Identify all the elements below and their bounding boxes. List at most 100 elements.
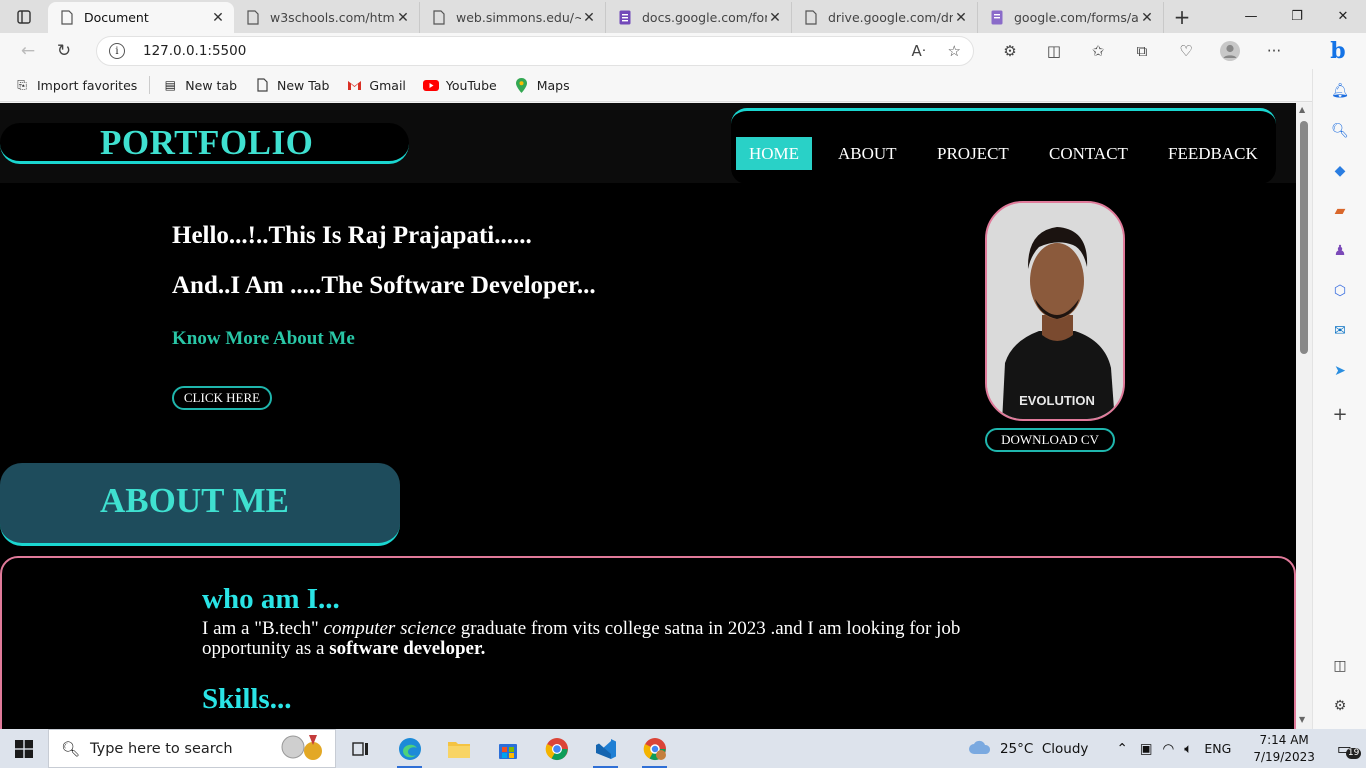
- network-wifi-icon[interactable]: ◠: [1163, 741, 1175, 757]
- search-icon[interactable]: 🔍︎: [1330, 121, 1350, 141]
- url-field[interactable]: i 127.0.0.1:5500 A͏ᐧ ☆: [96, 36, 974, 66]
- weather-text[interactable]: 25°C Cloudy: [1000, 741, 1089, 757]
- tools-briefcase-icon[interactable]: ▰: [1330, 201, 1350, 221]
- page-scrollbar[interactable]: ▲ ▼: [1296, 103, 1312, 729]
- favorite-star-icon[interactable]: ☆: [948, 42, 961, 60]
- tab-google-forms-about[interactable]: google.com/forms/abo ✕: [978, 2, 1164, 33]
- download-cv-button[interactable]: DOWNLOAD CV: [985, 428, 1115, 452]
- main-nav: HOME ABOUT PROJECT CONTACT FEEDBACK: [731, 108, 1276, 184]
- tab-title: w3schools.com/html/h: [270, 10, 395, 25]
- restore-icon[interactable]: ❐: [1274, 0, 1320, 33]
- tab-actions-icon[interactable]: [0, 0, 48, 33]
- bookmark-gmail[interactable]: Gmail: [346, 77, 406, 93]
- notification-center-icon[interactable]: ▭ 19: [1337, 739, 1362, 759]
- sidebar-toggle-icon[interactable]: ◫: [1330, 656, 1350, 676]
- back-arrow-icon[interactable]: ←: [10, 36, 46, 66]
- nav-feedback[interactable]: FEEDBACK: [1155, 137, 1271, 170]
- know-more-heading: Know More About Me: [172, 328, 355, 349]
- add-sidebar-app-icon[interactable]: +: [1330, 404, 1350, 425]
- split-screen-icon[interactable]: ◫: [1032, 36, 1076, 66]
- games-icon[interactable]: ♟: [1330, 241, 1350, 261]
- volume-icon[interactable]: 🔈︎: [1184, 741, 1192, 757]
- browser-toolbar: ⚙ ◫ ✩ ⧉ ♡ ···: [988, 36, 1296, 66]
- file-explorer-icon[interactable]: [434, 729, 483, 768]
- favorites-bar: ⎘ Import favorites ▤ New tab New Tab Gma…: [0, 69, 1312, 102]
- bookmark-new-tab-2[interactable]: New Tab: [254, 78, 329, 93]
- close-tab-icon[interactable]: ✕: [1139, 10, 1155, 26]
- tab-simmons[interactable]: web.simmons.edu/~gr ✕: [420, 2, 606, 33]
- system-tray: 25°C Cloudy ⌃ ▣ ◠ 🔈︎ ENG 7:14 AM 7/19/20…: [968, 729, 1366, 768]
- scroll-up-icon[interactable]: ▲: [1299, 105, 1305, 114]
- site-logo: PORTFOLIO: [100, 123, 314, 162]
- show-hidden-icons-chevron-icon[interactable]: ⌃: [1116, 741, 1127, 757]
- who-am-i-title: who am I...: [202, 583, 340, 615]
- bing-copilot-icon[interactable]: b: [1322, 36, 1354, 66]
- bookmark-youtube[interactable]: YouTube: [422, 78, 497, 93]
- language-indicator[interactable]: ENG: [1204, 741, 1231, 756]
- tab-w3schools[interactable]: w3schools.com/html/h ✕: [234, 2, 420, 33]
- favorites-icon[interactable]: ✩: [1076, 36, 1120, 66]
- url-text: 127.0.0.1:5500: [143, 43, 247, 59]
- shopping-tag-icon[interactable]: ◆: [1330, 161, 1350, 181]
- microsoft365-icon[interactable]: ⬡: [1330, 281, 1350, 301]
- forms-icon: [990, 10, 1004, 26]
- taskbar-search-box[interactable]: 🔍︎ Type here to search: [48, 729, 336, 768]
- about-text-strong: software developer.: [329, 638, 486, 659]
- tab-document[interactable]: Document ✕: [48, 2, 234, 33]
- refresh-icon[interactable]: ↻: [46, 36, 82, 66]
- bookmark-import-favorites[interactable]: ⎘ Import favorites: [14, 78, 137, 93]
- minimize-icon[interactable]: —: [1228, 0, 1274, 33]
- performance-icon[interactable]: ♡: [1164, 36, 1208, 66]
- bookmark-label: Maps: [536, 77, 570, 93]
- microsoft-store-icon[interactable]: [483, 729, 532, 768]
- close-tab-icon[interactable]: ✕: [767, 10, 783, 26]
- clock[interactable]: 7:14 AM 7/19/2023: [1253, 732, 1315, 766]
- close-tab-icon[interactable]: ✕: [210, 10, 226, 26]
- drop-send-icon[interactable]: ➤: [1330, 361, 1350, 381]
- vscode-icon[interactable]: [581, 729, 630, 768]
- close-tab-icon[interactable]: ✕: [953, 10, 969, 26]
- bookmark-label: New tab: [185, 77, 238, 93]
- about-text-emphasis: computer science: [323, 618, 456, 639]
- page-icon: [246, 10, 260, 26]
- nav-home[interactable]: HOME: [736, 137, 813, 170]
- nav-about[interactable]: ABOUT: [825, 137, 910, 170]
- edge-sidebar: 🔔︎ 🔍︎ ◆ ▰ ♟ ⬡ ✉ ➤ + ◫ ⚙: [1312, 69, 1366, 729]
- scrollbar-thumb[interactable]: [1300, 121, 1308, 354]
- extensions-icon[interactable]: ⚙: [988, 36, 1032, 66]
- bookmark-divider: [149, 76, 151, 94]
- edge-taskbar-icon[interactable]: [385, 729, 434, 768]
- close-window-icon[interactable]: ✕: [1320, 0, 1366, 33]
- sidebar-settings-gear-icon[interactable]: ⚙: [1330, 696, 1350, 716]
- clock-date: 7/19/2023: [1253, 749, 1315, 764]
- chrome-profile-icon[interactable]: [630, 729, 679, 768]
- bookmark-maps[interactable]: Maps: [514, 77, 570, 93]
- close-tab-icon[interactable]: ✕: [395, 10, 411, 26]
- collections-icon[interactable]: ⧉: [1120, 36, 1164, 66]
- tab-google-forms[interactable]: docs.google.com/form ✕: [606, 2, 792, 33]
- new-tab-button[interactable]: +: [1164, 2, 1200, 33]
- logo-container: PORTFOLIO: [0, 123, 409, 164]
- windows-start-icon[interactable]: [0, 729, 48, 768]
- nav-project[interactable]: PROJECT: [924, 137, 1022, 170]
- page-icon: [432, 10, 446, 26]
- bookmark-label: Gmail: [369, 77, 406, 93]
- portfolio-page: PORTFOLIO HOME ABOUT PROJECT CONTACT FEE…: [0, 103, 1296, 729]
- meet-now-icon[interactable]: ▣: [1140, 741, 1153, 757]
- close-tab-icon[interactable]: ✕: [581, 10, 597, 26]
- notification-bell-icon[interactable]: 🔔︎: [1330, 81, 1350, 101]
- site-info-icon[interactable]: i: [109, 43, 125, 59]
- weather-cloud-icon[interactable]: [968, 739, 992, 759]
- task-view-icon[interactable]: [336, 729, 385, 768]
- more-menu-icon[interactable]: ···: [1252, 36, 1296, 66]
- tab-google-drive[interactable]: drive.google.com/driv ✕: [792, 2, 978, 33]
- chrome-icon[interactable]: [532, 729, 581, 768]
- bookmark-new-tab[interactable]: ▤ New tab: [162, 78, 237, 93]
- read-aloud-icon[interactable]: A͏ᐧ: [911, 42, 925, 60]
- tab-title: web.simmons.edu/~gr: [456, 10, 581, 25]
- scroll-down-icon[interactable]: ▼: [1299, 715, 1305, 724]
- profile-avatar-icon[interactable]: [1208, 36, 1252, 66]
- nav-contact[interactable]: CONTACT: [1036, 137, 1141, 170]
- click-here-button[interactable]: CLICK HERE: [172, 386, 272, 410]
- outlook-icon[interactable]: ✉: [1330, 321, 1350, 341]
